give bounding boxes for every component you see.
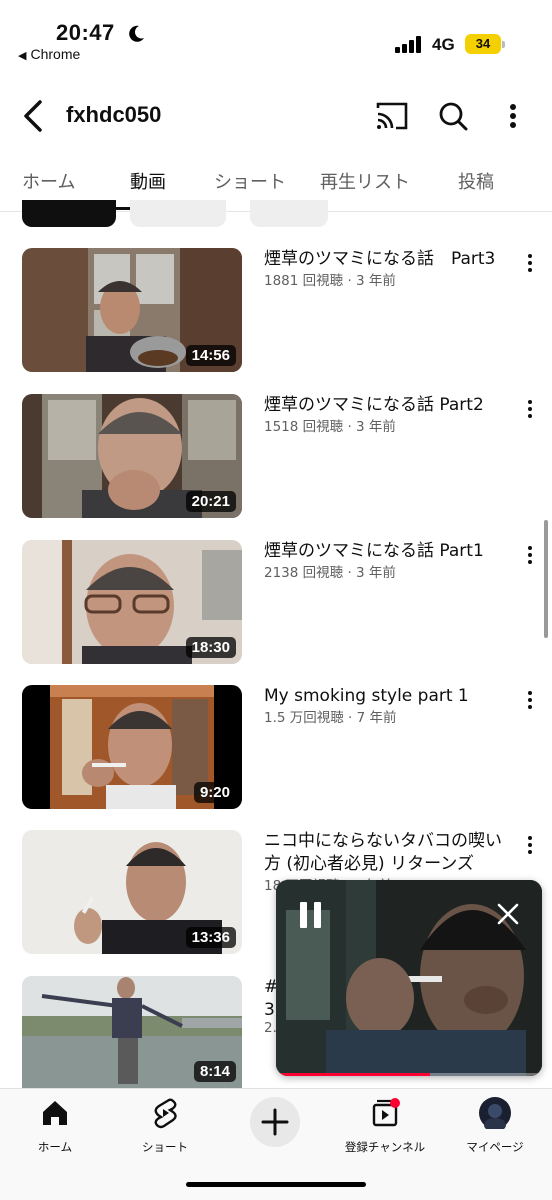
mini-player[interactable] <box>276 880 542 1076</box>
nav-item-my-page[interactable]: マイページ <box>440 1097 550 1157</box>
back-arrow-icon[interactable] <box>14 94 54 138</box>
create-plus-icon <box>261 1108 289 1136</box>
back-to-app-link[interactable]: ◀ Chrome <box>18 46 80 62</box>
tab-playlists[interactable]: 再生リスト <box>320 168 410 194</box>
cast-icon[interactable] <box>372 96 412 136</box>
video-duration: 8:14 <box>193 1061 236 1082</box>
video-title[interactable]: 煙草のツマミになる話 Part3 <box>264 248 514 271</box>
nav-item-shorts[interactable]: ショート <box>110 1097 220 1157</box>
video-meta: 1881 回視聴 · 3 年前 <box>264 273 396 289</box>
video-duration: 9:20 <box>193 782 236 803</box>
shorts-icon <box>154 1098 177 1129</box>
video-duration: 13:36 <box>185 927 236 948</box>
moon-icon <box>129 25 144 42</box>
home-icon <box>43 1101 67 1125</box>
video-list-item[interactable]: 14:56 煙草のツマミになる話 Part3 1881 回視聴 · 3 年前 <box>22 248 542 372</box>
video-title[interactable]: ニコ中にならないタバコの喫い方 (初心者必見) リターンズ <box>264 830 514 876</box>
video-more-icon[interactable] <box>522 834 538 856</box>
filter-chip-popular[interactable] <box>130 200 226 227</box>
video-thumbnail[interactable]: 14:56 <box>22 248 242 372</box>
battery-level: 34 <box>475 36 491 51</box>
filter-chip-latest[interactable] <box>22 200 116 227</box>
battery-cap <box>502 41 505 48</box>
video-duration: 20:21 <box>185 491 236 512</box>
video-title[interactable]: My smoking style part 1 <box>264 685 514 708</box>
video-more-icon[interactable] <box>522 544 538 566</box>
nav-label: 登録チャンネル <box>344 1140 426 1154</box>
video-thumbnail[interactable]: 18:30 <box>22 540 242 664</box>
video-meta: 2138 回視聴 · 3 年前 <box>264 565 396 581</box>
video-meta: 2. <box>264 1020 277 1036</box>
video-more-icon[interactable] <box>522 252 538 274</box>
signal-icon <box>395 35 425 53</box>
video-more-icon[interactable] <box>522 398 538 420</box>
avatar-icon <box>479 1097 511 1129</box>
close-icon[interactable] <box>496 902 520 926</box>
video-meta: 1.5 万回視聴 · 7 年前 <box>264 710 397 726</box>
pause-icon[interactable] <box>300 902 322 928</box>
tab-shorts[interactable]: ショート <box>214 168 286 194</box>
nav-item-home[interactable]: ホーム <box>0 1097 110 1157</box>
nav-label: マイページ <box>466 1140 524 1154</box>
video-title[interactable]: 煙草のツマミになる話 Part2 <box>264 394 514 417</box>
mini-player-progress[interactable] <box>276 1073 431 1076</box>
filter-chip-oldest[interactable] <box>250 200 328 227</box>
video-list-item[interactable]: 9:20 My smoking style part 1 1.5 万回視聴 · … <box>22 685 542 809</box>
create-button[interactable] <box>250 1097 300 1147</box>
video-more-icon[interactable] <box>522 689 538 711</box>
video-duration: 14:56 <box>185 345 236 366</box>
status-time: 20:47 <box>56 20 115 45</box>
subscriptions-icon <box>372 1098 400 1127</box>
network-type: 4G <box>432 35 455 54</box>
video-duration: 18:30 <box>185 637 236 658</box>
nav-label: ショート <box>142 1140 188 1154</box>
tab-home[interactable]: ホーム <box>22 168 75 194</box>
video-title[interactable]: 煙草のツマミになる話 Part1 <box>264 540 514 563</box>
video-list-item[interactable]: 20:21 煙草のツマミになる話 Part2 1518 回視聴 · 3 年前 <box>22 394 542 518</box>
tab-posts[interactable]: 投稿 <box>458 168 494 194</box>
scrollbar[interactable] <box>544 520 548 638</box>
video-thumbnail[interactable]: 8:14 <box>22 976 242 1088</box>
app-header: fxhdc050 <box>0 86 552 146</box>
video-meta: 1518 回視聴 · 3 年前 <box>264 419 396 435</box>
back-app-label: Chrome <box>30 46 81 62</box>
video-thumbnail[interactable]: 13:36 <box>22 830 242 954</box>
video-thumbnail[interactable]: 9:20 <box>22 685 242 809</box>
home-indicator <box>186 1182 366 1187</box>
search-icon[interactable] <box>433 96 473 136</box>
video-list-item[interactable]: 18:30 煙草のツマミになる話 Part1 2138 回視聴 · 3 年前 <box>22 540 542 664</box>
tab-videos[interactable]: 動画 <box>130 168 166 194</box>
nav-label: ホーム <box>37 1140 73 1154</box>
video-thumbnail[interactable]: 20:21 <box>22 394 242 518</box>
more-vert-icon[interactable] <box>493 96 533 136</box>
channel-name: fxhdc050 <box>66 102 162 127</box>
status-bar: 20:47 ◀ Chrome 4G 34 <box>0 0 552 70</box>
battery-icon: 34 <box>465 34 501 54</box>
nav-item-subscriptions[interactable]: 登録チャンネル <box>330 1097 440 1157</box>
video-title-line2: 3 <box>264 1000 275 1020</box>
